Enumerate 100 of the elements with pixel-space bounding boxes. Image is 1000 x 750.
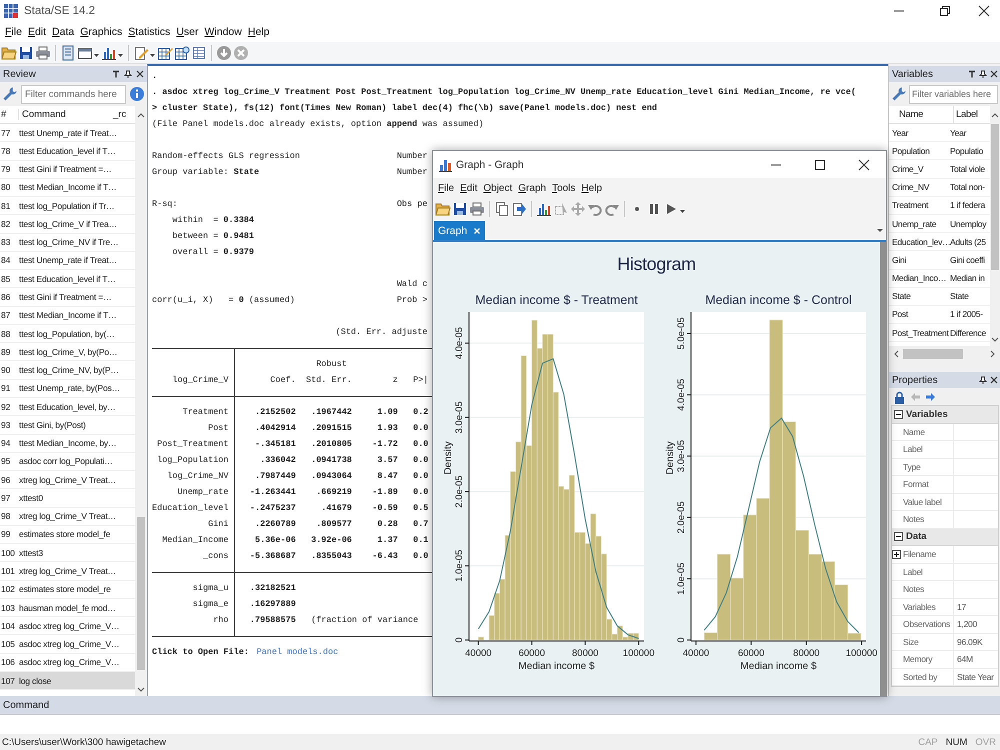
command-text: ttest Unemp_rate, by(Pos… [19,383,120,394]
row-number: 103 [0,602,16,613]
table-cell-text: 0.1 [412,534,428,547]
column-header[interactable]: # [0,109,18,120]
property-name: Name [903,426,925,437]
property-value: State Year [956,672,994,682]
collapse-icon[interactable] [894,532,903,542]
row-label: Post_Treatment [157,439,229,449]
variable-label: State [950,291,969,302]
table-cell-text: 0.0 [412,422,428,435]
row-number: 84 [0,255,12,266]
pin-icon[interactable] [124,70,132,78]
close-icon[interactable] [136,70,144,78]
scrollbar[interactable] [990,106,1000,346]
menu-item[interactable]: Object [480,182,516,194]
export-icon[interactable] [511,201,527,217]
row-number: 91 [0,383,12,394]
histogram-bar [478,636,484,640]
menu-item[interactable]: Graph [515,182,550,194]
command-text: xttest0 [19,492,43,503]
property-name: Notes [903,584,924,594]
command-text: ttest Median_Income if T… [19,310,117,320]
tick-label: 2.0e-05 [454,475,465,508]
scroll-thumb[interactable] [137,517,145,670]
lock-icon[interactable] [892,390,906,404]
row-number: 106 [0,657,16,668]
filter-field[interactable]: Filter variables here [909,84,998,104]
info-icon[interactable] [129,86,145,102]
table-cell-text: .32182521 [248,582,296,595]
row-number: 104 [0,620,16,631]
property-name: Type [903,462,920,472]
table-icon[interactable] [191,44,207,60]
scroll-thumb[interactable] [991,124,999,270]
wrench-icon [2,86,18,102]
history-row[interactable]: 107 log close [0,672,135,690]
file-link[interactable]: Panel models.doc [256,644,338,660]
table-cell-text: -1.263441 [248,486,296,499]
tick-label: 3.0e-05 [454,401,465,434]
pin-icon[interactable] [979,376,987,384]
menu-item[interactable]: Help [578,182,606,194]
table-cell-text: 5.36e-06 [254,534,296,547]
command-text: ttest Education_level if T… [19,274,116,284]
row-number: 101 [0,566,16,576]
output-line: Random-effects GLS regression [152,151,300,161]
close-icon[interactable] [990,70,998,78]
column-header[interactable]: _rc [113,109,135,120]
graph-tab[interactable]: Graph [434,221,486,240]
close-icon[interactable] [990,376,998,384]
command-text: ttest log_Crime_V if Trea… [19,218,117,229]
tee-icon[interactable] [112,70,120,78]
folder-icon[interactable] [435,201,451,217]
notebook-icon[interactable] [60,44,76,60]
variable-label: Year [950,128,966,138]
copy-icon[interactable] [494,201,510,217]
menu-item[interactable]: Edit [457,182,480,194]
column-header[interactable]: Label [954,109,978,120]
menu-item[interactable]: File [435,182,458,194]
dropdown-icon[interactable] [876,226,886,234]
section-header[interactable]: Data [892,528,998,546]
menu-item[interactable]: Statistics [125,26,174,38]
menu-item[interactable]: User [173,26,202,38]
section-header[interactable]: Variables [892,406,998,424]
forward-arrow-icon[interactable] [924,390,936,402]
menu-item[interactable]: Tools [549,182,578,194]
column-header[interactable]: Name [889,106,954,124]
collapse-icon[interactable] [894,410,903,419]
spreadsheet-search-icon[interactable] [174,44,190,60]
tick-label: 3.0e-05 [676,440,687,472]
scrollbar[interactable] [880,242,887,696]
wrench-icon [891,86,907,102]
expand-icon[interactable] [892,550,901,559]
menu-item[interactable]: Data [49,26,78,38]
menu-item[interactable]: Graphics [77,26,126,38]
column-header[interactable]: Command [18,109,113,120]
down-arrow-circle-icon[interactable] [216,44,232,60]
table-cell-text: .16297889 [248,598,296,611]
output-label: Click to Open File: [152,646,249,659]
folder-icon[interactable] [1,44,17,60]
table-cell-text: 1.09 [376,406,398,419]
tee-icon[interactable] [968,70,976,78]
scroll-thumb[interactable] [903,349,963,360]
window-title: Stata/SE 14.2 [24,5,96,17]
printer-icon[interactable] [469,201,485,217]
status-indicator: OVR [975,736,996,748]
filter-field[interactable]: Filter commands here [21,84,126,104]
property-name: Observations [903,619,950,630]
command-field[interactable] [0,714,1000,734]
menu-item[interactable]: File [2,26,25,38]
menu-item[interactable]: Help [244,26,272,38]
menu-item[interactable]: Edit [24,26,50,38]
minimize-icon [771,164,781,166]
row-label: Median_Income [162,535,229,545]
menu-item[interactable]: Window [202,26,245,38]
working-directory: C:\Users\user\Work\300 hawigetachew [2,736,168,748]
output-text: (Std. Err. adjuste [336,326,428,339]
bar-chart-icon[interactable] [536,201,552,217]
document-edit-icon[interactable] [133,44,149,60]
pin-icon[interactable] [979,70,987,78]
output-line: . asdoc xtreg log_Crime_V Treatment Post Post_Treatment log_Population log_Crime_NV Unemp_rate Education_level Gini Median_Income, re vce( [152,86,856,99]
printer-icon[interactable] [35,44,51,60]
